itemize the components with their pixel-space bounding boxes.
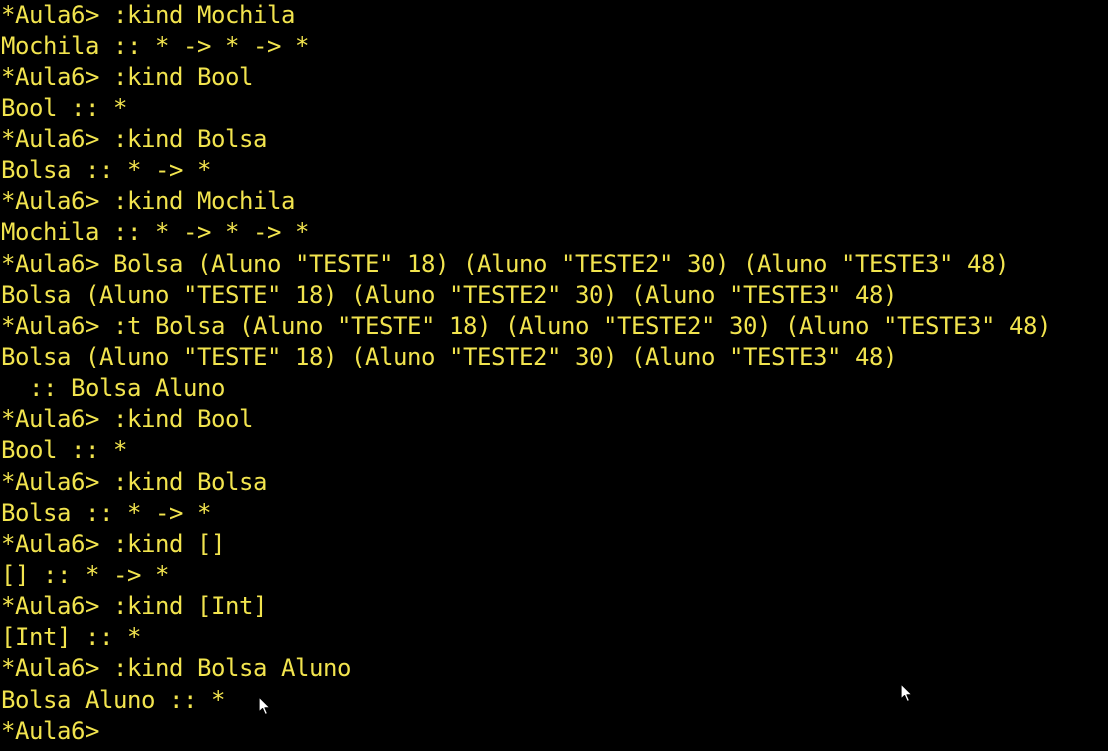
terminal-line-prompt: *Aula6> :kind Bolsa bbox=[1, 468, 267, 496]
terminal-line-prompt: *Aula6> :kind Mochila bbox=[1, 1, 295, 29]
terminal-line-prompt: *Aula6> Bolsa (Aluno "TESTE" 18) (Aluno … bbox=[1, 250, 1009, 278]
terminal-line-prompt: *Aula6> bbox=[1, 717, 99, 745]
terminal-line-prompt: *Aula6> :kind Bool bbox=[1, 405, 253, 433]
terminal-line-prompt: *Aula6> :kind Bolsa bbox=[1, 125, 267, 153]
terminal-line-output: Mochila :: * -> * -> * bbox=[1, 218, 309, 246]
terminal-line-prompt: *Aula6> :kind Bolsa Aluno bbox=[1, 654, 351, 682]
terminal-line-prompt: *Aula6> :kind Bool bbox=[1, 63, 253, 91]
terminal-line-prompt: *Aula6> :kind [Int] bbox=[1, 592, 267, 620]
terminal-line-output: [Int] :: * bbox=[1, 623, 141, 651]
terminal-line-output: Bolsa (Aluno "TESTE" 18) (Aluno "TESTE2"… bbox=[1, 343, 897, 371]
terminal-line-output: Bolsa :: * -> * bbox=[1, 156, 211, 184]
terminal-line-output: Bolsa (Aluno "TESTE" 18) (Aluno "TESTE2"… bbox=[1, 281, 897, 309]
terminal-line-output: :: Bolsa Aluno bbox=[1, 374, 225, 402]
terminal-line-output: Mochila :: * -> * -> * bbox=[1, 32, 309, 60]
terminal-line-output: Bool :: * bbox=[1, 436, 127, 464]
mouse-pointer-icon bbox=[900, 683, 913, 703]
terminal-line-prompt: *Aula6> :kind Mochila bbox=[1, 187, 295, 215]
terminal-line-prompt: *Aula6> :kind [] bbox=[1, 530, 225, 558]
terminal-line-output: Bolsa Aluno :: * bbox=[1, 686, 225, 714]
terminal-line-output: [] :: * -> * bbox=[1, 561, 169, 589]
terminal-line-output: Bool :: * bbox=[1, 94, 127, 122]
terminal-line-output: Bolsa :: * -> * bbox=[1, 499, 211, 527]
ghci-terminal-window[interactable]: *Aula6> :kind Mochila Mochila :: * -> * … bbox=[0, 0, 1108, 751]
mouse-pointer-icon bbox=[258, 696, 271, 716]
terminal-line-prompt: *Aula6> :t Bolsa (Aluno "TESTE" 18) (Alu… bbox=[1, 312, 1051, 340]
